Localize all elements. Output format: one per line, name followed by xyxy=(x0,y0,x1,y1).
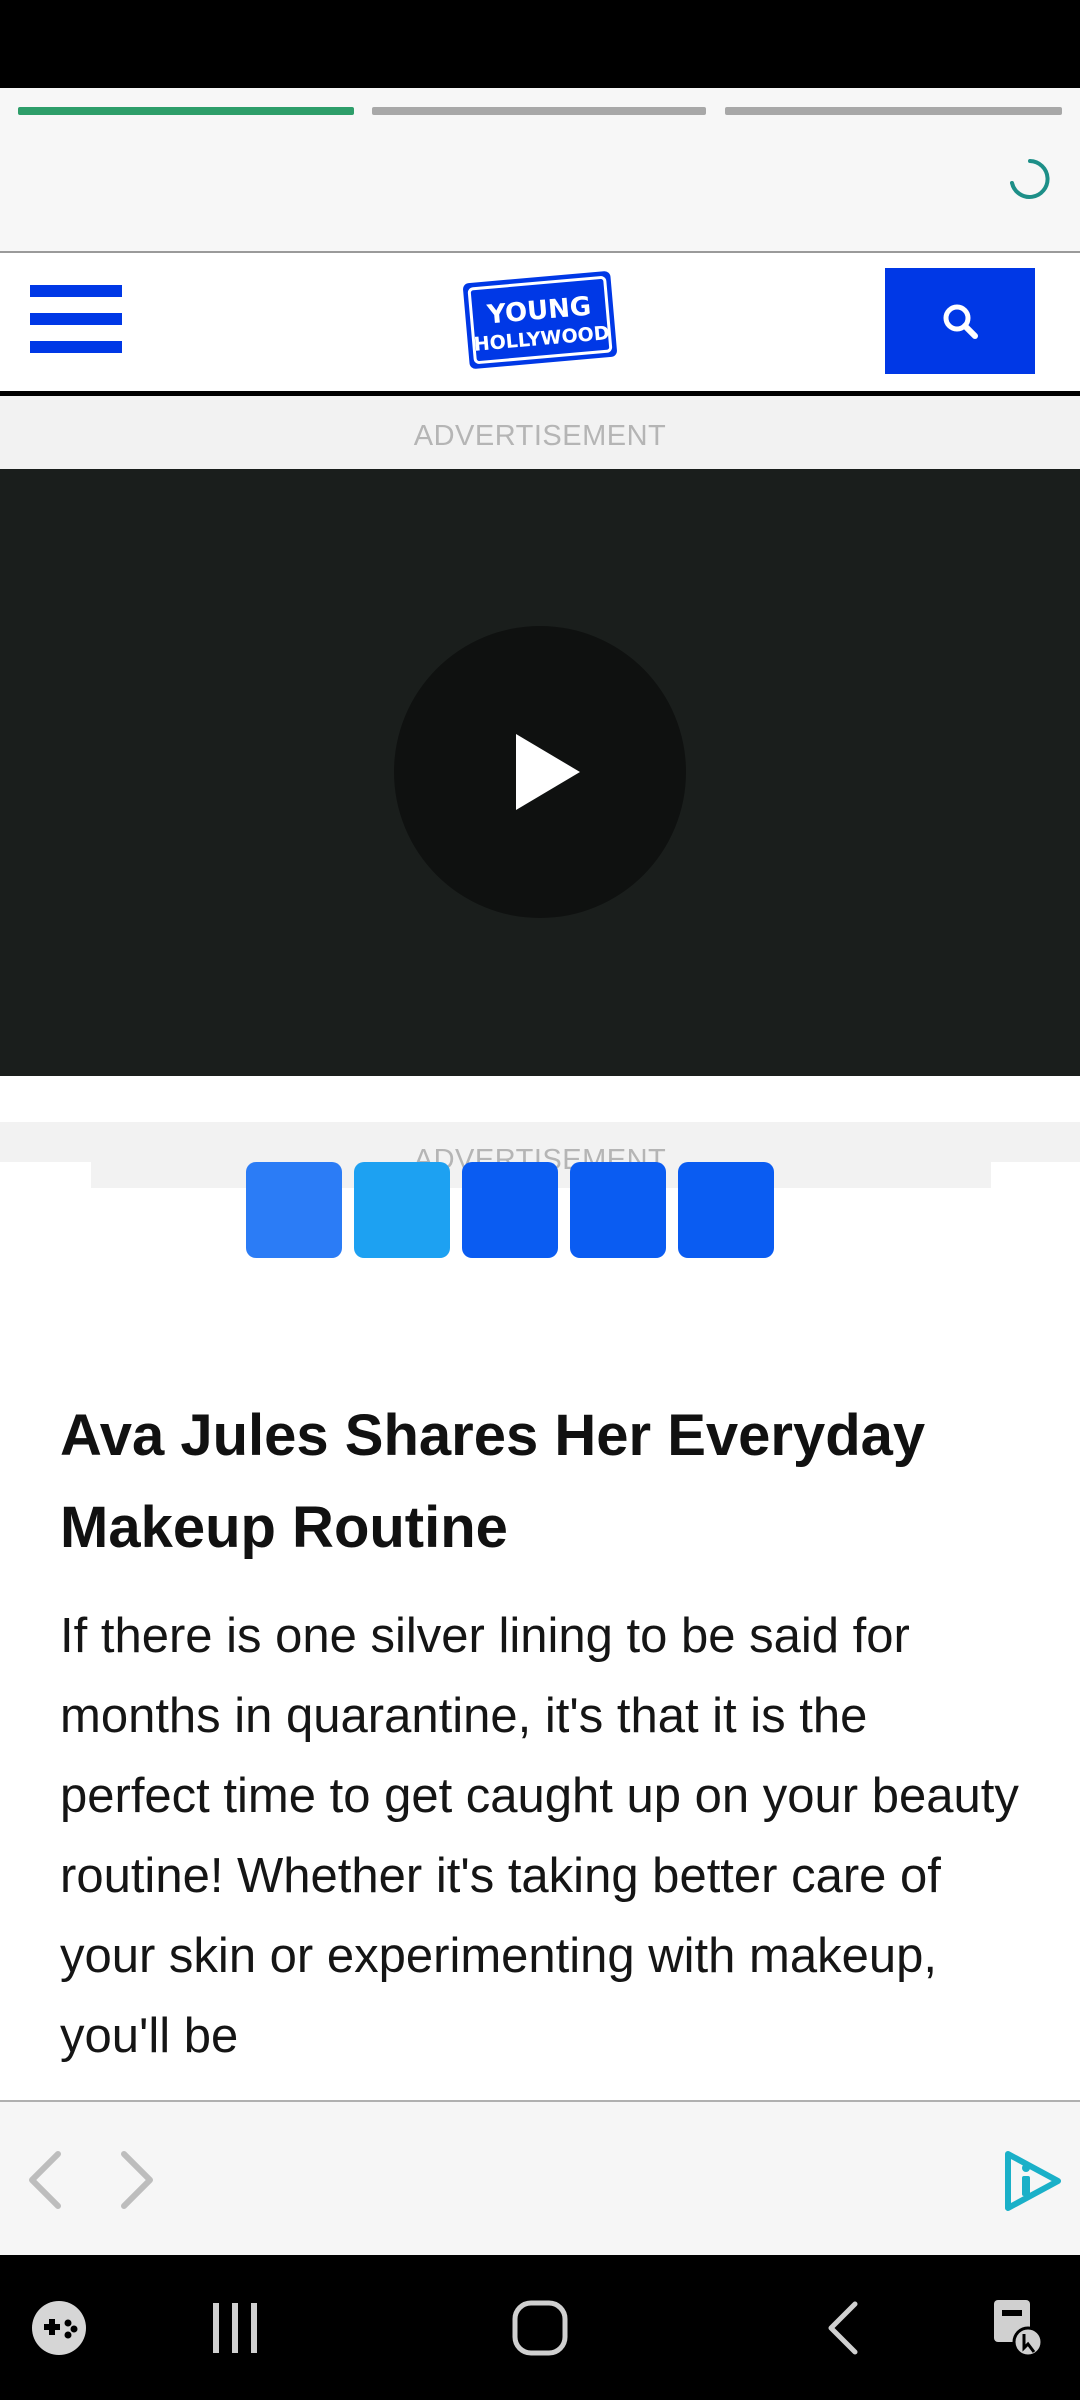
system-nav-bar xyxy=(0,2255,1080,2400)
back-icon[interactable] xyxy=(808,2255,878,2400)
story-progress-segment-3 xyxy=(725,107,1062,115)
game-launcher-icon[interactable] xyxy=(24,2255,94,2400)
chevron-left-icon[interactable] xyxy=(22,2148,66,2212)
article-body: If there is one silver lining to be said… xyxy=(60,1609,1019,2063)
browser-toolbar xyxy=(0,2100,1080,2257)
chevron-right-icon[interactable] xyxy=(116,2148,160,2212)
article: Ava Jules Shares Her Everyday Makeup Rou… xyxy=(60,1390,1020,2076)
young-hollywood-logo[interactable]: YOUNG HOLLYWOOD xyxy=(458,263,622,377)
play-button[interactable] xyxy=(394,626,686,918)
video-player[interactable] xyxy=(0,469,1080,1076)
hamburger-icon[interactable] xyxy=(30,285,122,353)
share-button-4[interactable] xyxy=(570,1162,666,1258)
play-icon xyxy=(516,734,580,810)
share-button-5[interactable] xyxy=(678,1162,774,1258)
loading-spinner-icon xyxy=(1010,159,1050,199)
ad-strip-edge-right xyxy=(991,1162,1080,1188)
home-icon[interactable] xyxy=(505,2255,575,2400)
share-buttons xyxy=(246,1162,774,1258)
share-twitter-button[interactable] xyxy=(354,1162,450,1258)
share-facebook-button[interactable] xyxy=(246,1162,342,1258)
advertisement-label-top: ADVERTISEMENT xyxy=(413,420,667,452)
status-bar xyxy=(0,0,1080,88)
search-button[interactable] xyxy=(885,268,1035,374)
article-title: Ava Jules Shares Her Everyday Makeup Rou… xyxy=(60,1403,926,1560)
accessibility-icon[interactable] xyxy=(985,2255,1055,2400)
story-panel xyxy=(0,88,1080,253)
search-icon xyxy=(943,304,978,339)
ad-strip-top: ADVERTISEMENT xyxy=(0,396,1080,469)
recent-apps-icon[interactable] xyxy=(200,2255,270,2400)
story-progress-segment-1 xyxy=(18,107,354,115)
story-progress-segment-2 xyxy=(372,107,706,115)
site-header: YOUNG HOLLYWOOD xyxy=(0,253,1080,396)
ad-info-icon[interactable] xyxy=(1000,2148,1066,2214)
ad-strip-edge-left xyxy=(0,1162,91,1188)
share-button-3[interactable] xyxy=(462,1162,558,1258)
